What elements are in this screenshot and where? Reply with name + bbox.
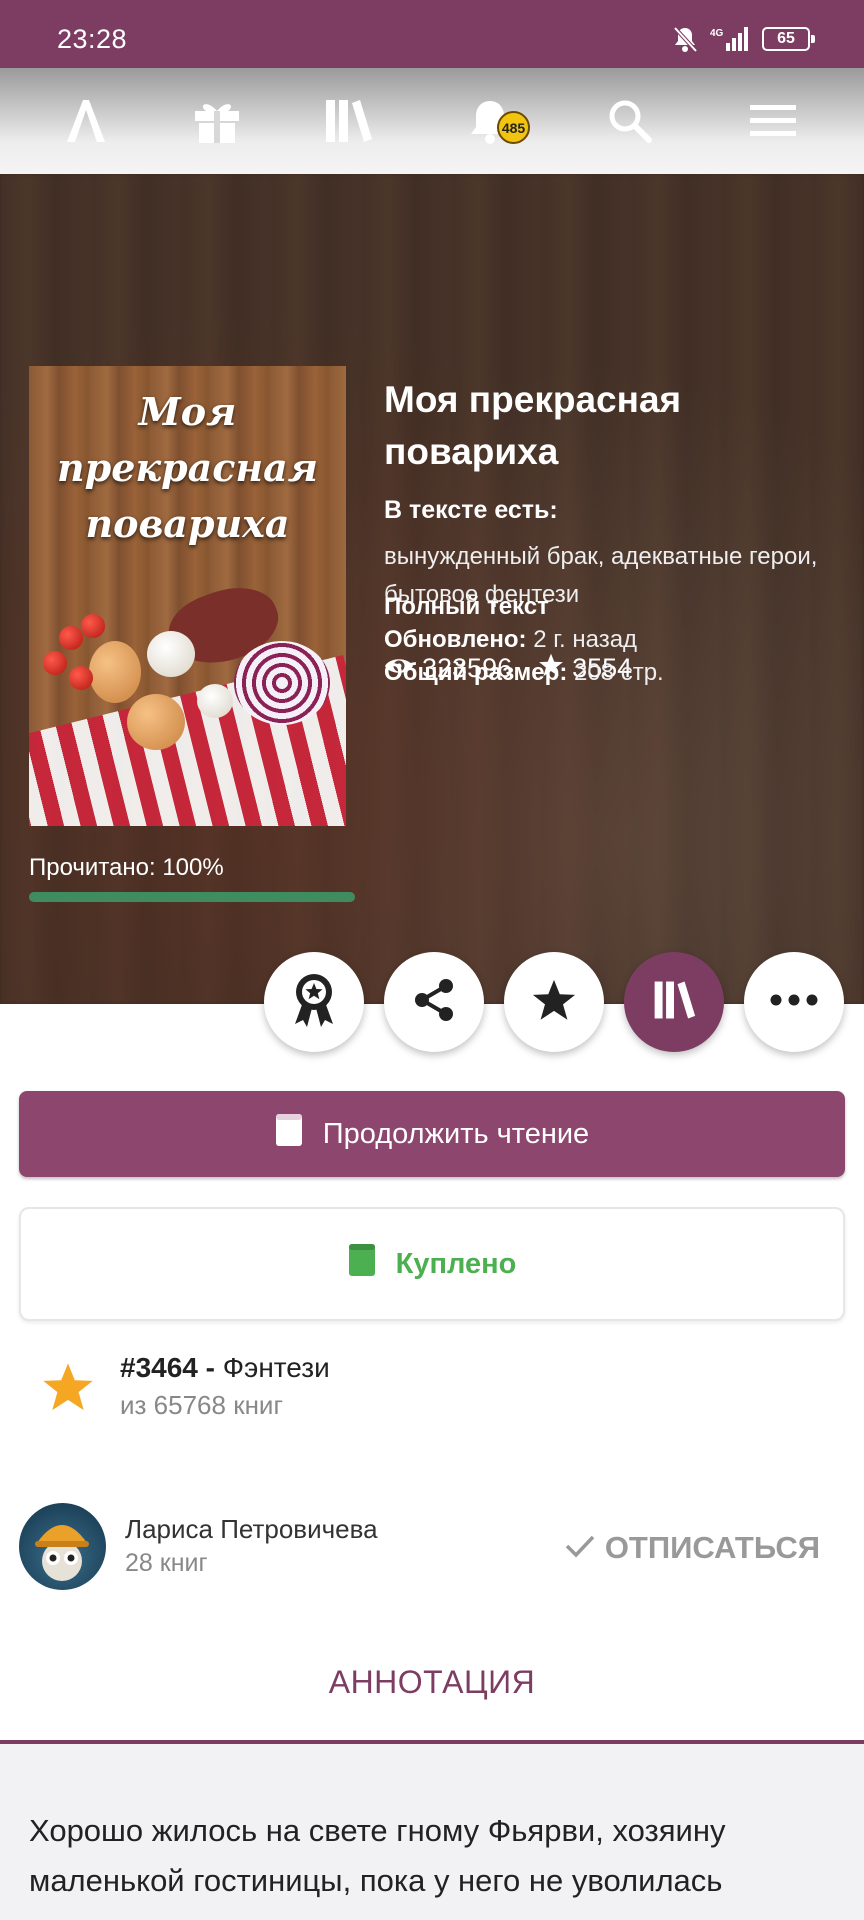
tags-label: В тексте есть:	[384, 496, 558, 524]
book-status: Полный текст	[384, 593, 549, 620]
library-button[interactable]	[624, 952, 724, 1052]
continue-reading-button[interactable]: Продолжить чтение	[19, 1091, 845, 1177]
favorite-button[interactable]	[504, 952, 604, 1052]
bell-icon[interactable]: 485	[445, 68, 535, 174]
author-name[interactable]: Лариса Петровичева	[125, 1514, 378, 1545]
author-avatar[interactable]	[19, 1503, 106, 1590]
progress-label: Прочитано: 100%	[29, 854, 224, 881]
rating-total: из 65768 книг	[120, 1390, 283, 1420]
bought-button[interactable]: Куплено	[19, 1207, 845, 1321]
book-icon	[348, 1243, 376, 1285]
status-bar: 23:28 4G 65	[0, 0, 864, 68]
svg-text:4G: 4G	[710, 28, 724, 39]
unsubscribe-label: ОТПИСАТЬСЯ	[604, 1530, 820, 1565]
unsubscribe-button[interactable]: ОТПИСАТЬСЯ	[565, 1530, 820, 1566]
library-icon[interactable]	[303, 68, 393, 174]
search-icon[interactable]	[585, 68, 675, 174]
muted-bell-icon	[672, 25, 698, 53]
share-icon	[410, 976, 458, 1029]
book-hero: Моя прекрасная повариха Моя прекрасная п…	[0, 174, 864, 1004]
book-updated: Обновлено: 2 г. назад	[384, 626, 638, 653]
status-time: 23:28	[57, 24, 128, 54]
rating-rank: #3464 - Фэнтези	[120, 1352, 330, 1383]
reading-progress-bar	[29, 892, 355, 902]
menu-icon[interactable]	[728, 68, 818, 174]
cover-title: Моя прекрасная повариха	[57, 389, 318, 546]
book-size: Общий размер: 208 стр.	[384, 659, 664, 686]
gift-icon[interactable]	[172, 68, 262, 174]
award-button[interactable]	[264, 952, 364, 1052]
notification-badge: 485	[497, 111, 530, 144]
rating-star-icon	[40, 1360, 96, 1419]
check-icon	[565, 1530, 595, 1566]
annotation-text: Хорошо жилось на свете гному Фьярви, хоз…	[29, 1813, 726, 1898]
continue-reading-label: Продолжить чтение	[322, 1117, 590, 1150]
share-button[interactable]	[384, 952, 484, 1052]
logo-icon[interactable]	[40, 68, 130, 174]
signal-icon: 4G	[710, 25, 750, 53]
battery-icon: 65	[762, 27, 815, 51]
tab-annotation[interactable]: АННОТАЦИЯ	[0, 1664, 864, 1701]
status-icons: 4G 65	[672, 24, 815, 54]
more-button[interactable]	[744, 952, 844, 1052]
star-icon	[531, 977, 577, 1028]
library-icon	[652, 979, 696, 1026]
book-cover[interactable]: Моя прекрасная повариха	[29, 366, 346, 826]
book-icon	[275, 1113, 303, 1155]
bought-label: Куплено	[395, 1247, 517, 1280]
author-books-count: 28 книг	[125, 1549, 208, 1577]
reading-progress-fill	[29, 892, 355, 902]
award-icon	[291, 972, 337, 1033]
book-title: Моя прекрасная повариха	[384, 379, 682, 472]
top-navigation: 485	[0, 68, 864, 174]
more-icon	[770, 993, 818, 1011]
